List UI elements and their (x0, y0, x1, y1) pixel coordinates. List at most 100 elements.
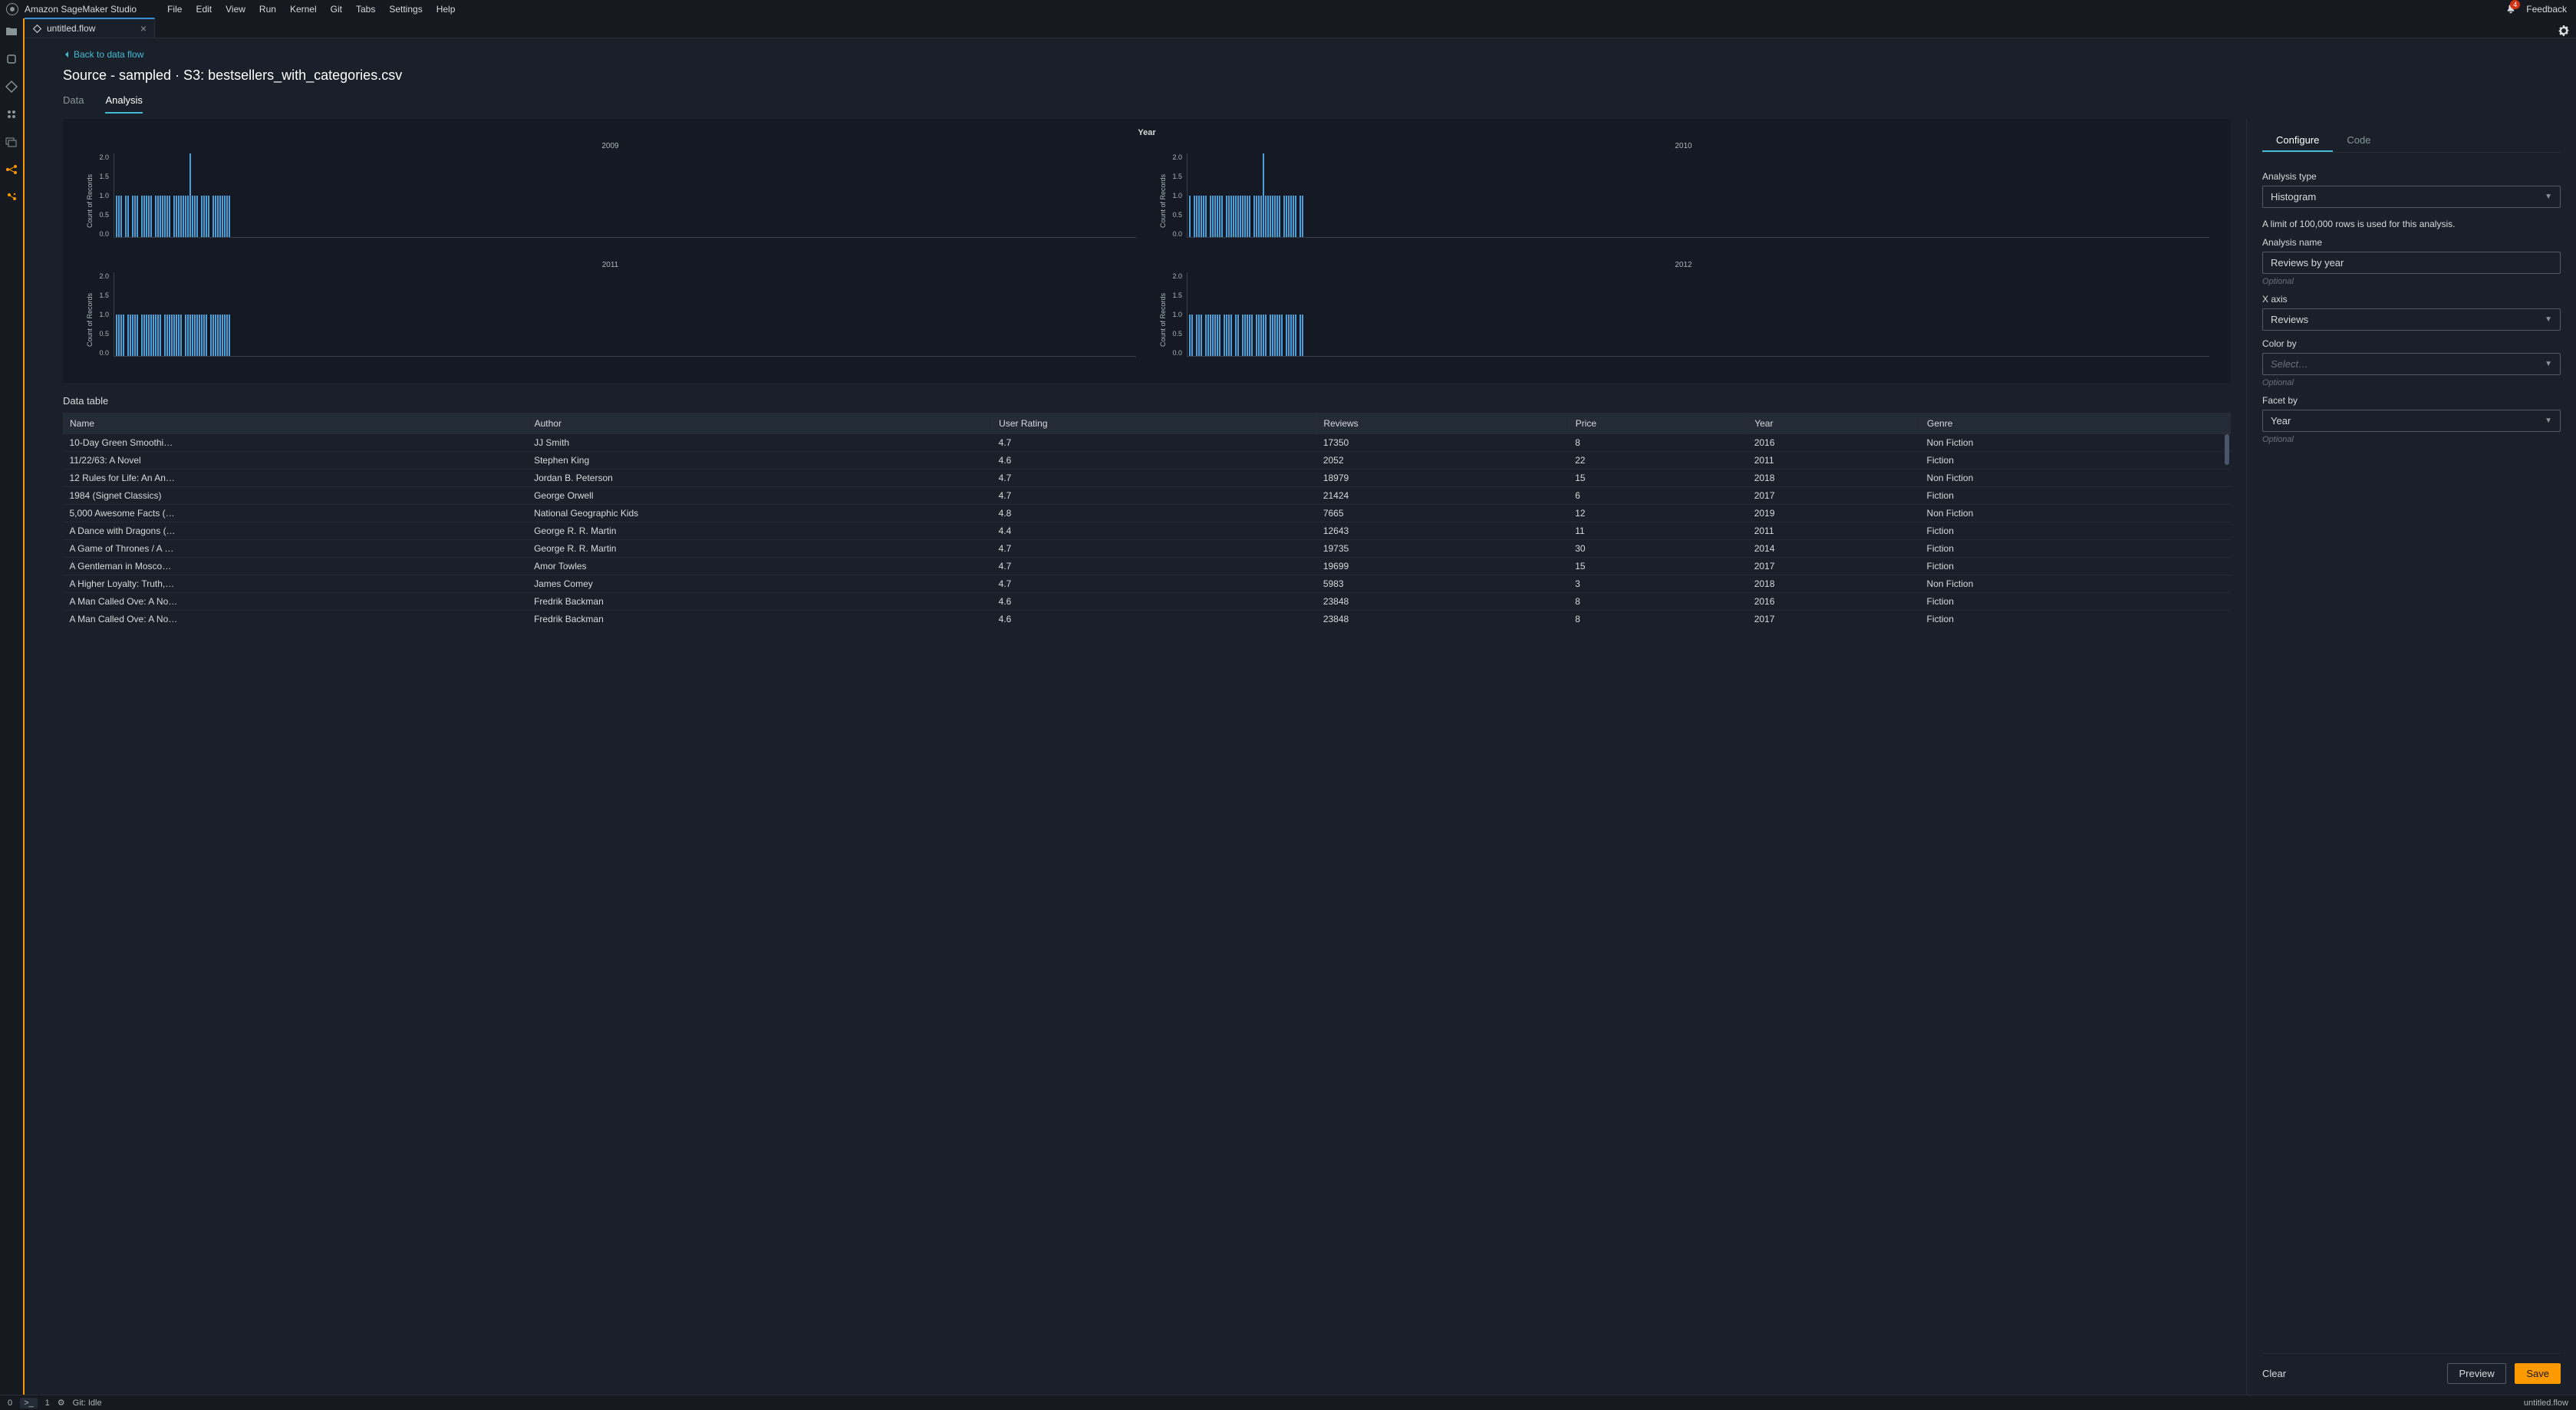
tabs-icon[interactable] (5, 135, 18, 149)
facet-2010: 2010Count of Records2.01.51.00.50.0 (1158, 142, 2209, 249)
clear-button[interactable]: Clear (2262, 1368, 2286, 1379)
folder-icon[interactable] (5, 25, 18, 38)
facet-label: 2009 (84, 142, 1136, 150)
sub-tabs: Data Analysis (63, 94, 2562, 114)
table-row[interactable]: 12 Rules for Life: An An…Jordan B. Peter… (64, 469, 2231, 487)
menu-view[interactable]: View (226, 4, 245, 15)
facetby-select[interactable]: Year ▼ (2262, 410, 2561, 432)
menubar: Amazon SageMaker Studio File Edit View R… (0, 0, 2576, 18)
menu-file[interactable]: File (167, 4, 182, 15)
sb-kernel-icon[interactable]: >_ (20, 1398, 38, 1408)
data-table-label: Data table (63, 395, 2246, 407)
analysis-type-select[interactable]: Histogram ▼ (2262, 186, 2561, 208)
table-row[interactable]: A Higher Loyalty: Truth,…James Comey4.75… (64, 575, 2231, 593)
col-header[interactable]: User Rating (993, 413, 1317, 434)
sb-terminals[interactable]: 0 (8, 1398, 12, 1408)
commands-icon[interactable] (5, 107, 18, 121)
table-row[interactable]: A Game of Thrones / A …George R. R. Mart… (64, 540, 2231, 558)
close-icon[interactable]: × (140, 22, 147, 35)
table-row[interactable]: A Man Called Ove: A No…Fredrik Backman4.… (64, 593, 2231, 611)
tab-analysis[interactable]: Analysis (105, 94, 142, 114)
flow-file-icon (32, 24, 42, 34)
table-row[interactable]: 10-Day Green Smoothi…JJ Smith4.717350820… (64, 434, 2231, 452)
facet-2012: 2012Count of Records2.01.51.00.50.0 (1158, 261, 2209, 367)
tab-untitled-flow[interactable]: untitled.flow × (25, 18, 155, 38)
wrangler-icon[interactable] (5, 163, 18, 176)
table-row[interactable]: 11/22/63: A NovelStephen King4.620522220… (64, 452, 2231, 469)
facetby-label: Facet by (2262, 395, 2561, 406)
xaxis-value: Reviews (2271, 314, 2308, 325)
tab-strip: untitled.flow × (25, 18, 2576, 38)
xaxis-select[interactable]: Reviews ▼ (2262, 308, 2561, 331)
menu-tabs[interactable]: Tabs (356, 4, 375, 15)
menu-kernel[interactable]: Kernel (290, 4, 317, 15)
analysis-name-label: Analysis name (2262, 237, 2561, 248)
menu-settings[interactable]: Settings (389, 4, 422, 15)
analysis-name-optional: Optional (2262, 277, 2561, 286)
facet-label: 2012 (1158, 261, 2209, 269)
y-axis-label: Count of Records (1158, 153, 1168, 249)
y-axis-label: Count of Records (84, 153, 95, 249)
sb-kernels[interactable]: 1 (45, 1398, 50, 1408)
analysis-type-value: Histogram (2271, 191, 2316, 203)
brand-icon (6, 3, 18, 15)
git-icon[interactable] (5, 80, 18, 94)
config-panel: Configure Code Analysis type Histogram ▼… (2246, 119, 2576, 1395)
activity-bar (0, 18, 23, 1395)
chevron-down-icon: ▼ (2545, 315, 2552, 324)
table-row[interactable]: 5,000 Awesome Facts (…National Geographi… (64, 505, 2231, 522)
col-header[interactable]: Price (1569, 413, 1748, 434)
menu-run[interactable]: Run (259, 4, 276, 15)
status-bar: 0 >_ 1 ⚙ Git: Idle untitled.flow (0, 1395, 2576, 1410)
table-row[interactable]: A Man Called Ove: A No…Fredrik Backman4.… (64, 611, 2231, 628)
chevron-down-icon: ▼ (2545, 417, 2552, 425)
colorby-optional: Optional (2262, 378, 2561, 387)
table-row[interactable]: 1984 (Signet Classics)George Orwell4.721… (64, 487, 2231, 505)
row-limit-info: A limit of 100,000 rows is used for this… (2262, 219, 2561, 229)
sb-filename: untitled.flow (2524, 1398, 2568, 1408)
data-table: NameAuthorUser RatingReviewsPriceYearGen… (63, 413, 2231, 628)
menu-git[interactable]: Git (331, 4, 342, 15)
table-scrollbar[interactable] (2225, 434, 2229, 465)
analysis-type-label: Analysis type (2262, 171, 2561, 182)
analysis-name-input[interactable] (2262, 252, 2561, 274)
back-link-label: Back to data flow (74, 49, 143, 60)
menu-edit[interactable]: Edit (196, 4, 212, 15)
page-title: Source - sampled · S3: bestsellers_with_… (63, 68, 2562, 84)
col-header[interactable]: Author (528, 413, 993, 434)
save-button[interactable]: Save (2515, 1363, 2561, 1384)
settings-gear-icon[interactable] (2556, 23, 2571, 38)
feedback-link[interactable]: Feedback (2526, 4, 2567, 15)
chart-card: Year 2009Count of Records2.01.51.00.50.0… (63, 119, 2231, 383)
chevron-left-icon (63, 51, 71, 58)
sb-git[interactable]: Git: Idle (73, 1398, 102, 1408)
tab-data[interactable]: Data (63, 94, 84, 114)
settings-icon[interactable]: ⚙ (58, 1398, 65, 1408)
notifications-icon[interactable]: 4 (2505, 3, 2517, 15)
table-row[interactable]: A Gentleman in Mosco…Amor Towles4.719699… (64, 558, 2231, 575)
components-icon[interactable] (5, 190, 18, 204)
table-row[interactable]: A Dance with Dragons (…George R. R. Mart… (64, 522, 2231, 540)
col-header[interactable]: Year (1748, 413, 1921, 434)
menu-help[interactable]: Help (436, 4, 456, 15)
col-header[interactable]: Genre (1921, 413, 2231, 434)
cfg-tab-code[interactable]: Code (2333, 130, 2384, 152)
running-icon[interactable] (5, 52, 18, 66)
tab-title: untitled.flow (47, 23, 95, 34)
facet-label: 2010 (1158, 142, 2209, 150)
facetby-optional: Optional (2262, 435, 2561, 444)
colorby-select[interactable]: Select… ▼ (2262, 353, 2561, 375)
facet-label: 2011 (84, 261, 1136, 269)
data-table-container: NameAuthorUser RatingReviewsPriceYearGen… (63, 413, 2246, 628)
cfg-tab-configure[interactable]: Configure (2262, 130, 2333, 152)
back-link[interactable]: Back to data flow (63, 49, 2562, 60)
facet-2009: 2009Count of Records2.01.51.00.50.0 (84, 142, 1136, 249)
col-header[interactable]: Name (64, 413, 529, 434)
facetby-value: Year (2271, 415, 2291, 427)
notif-badge: 4 (2510, 0, 2520, 9)
chevron-down-icon: ▼ (2545, 360, 2552, 368)
col-header[interactable]: Reviews (1317, 413, 1569, 434)
colorby-placeholder: Select… (2271, 358, 2308, 370)
preview-button[interactable]: Preview (2447, 1363, 2505, 1384)
y-axis-label: Count of Records (1158, 272, 1168, 367)
